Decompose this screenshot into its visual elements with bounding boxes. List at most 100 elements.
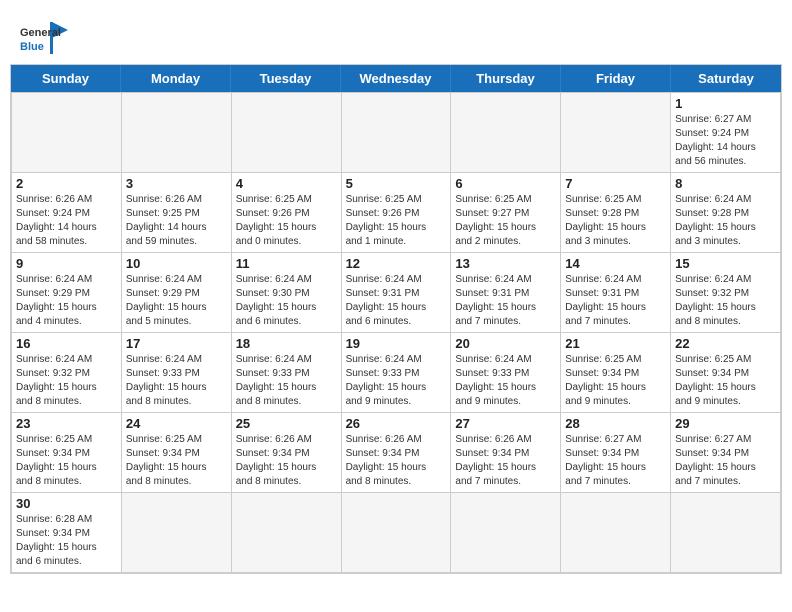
logo-icon: General Blue <box>20 18 70 58</box>
day-number: 17 <box>126 336 227 351</box>
day-info: Sunrise: 6:24 AM Sunset: 9:31 PM Dayligh… <box>346 273 447 329</box>
day-header-friday: Friday <box>561 65 671 92</box>
day-cell-25: 25Sunrise: 6:26 AM Sunset: 9:34 PM Dayli… <box>232 413 342 493</box>
day-number: 19 <box>346 336 447 351</box>
day-info: Sunrise: 6:25 AM Sunset: 9:27 PM Dayligh… <box>455 193 556 249</box>
day-info: Sunrise: 6:24 AM Sunset: 9:33 PM Dayligh… <box>236 353 337 409</box>
day-info: Sunrise: 6:28 AM Sunset: 9:34 PM Dayligh… <box>16 513 117 569</box>
day-info: Sunrise: 6:27 AM Sunset: 9:34 PM Dayligh… <box>675 433 776 489</box>
day-number: 27 <box>455 416 556 431</box>
day-number: 13 <box>455 256 556 271</box>
empty-cell <box>451 493 561 573</box>
day-info: Sunrise: 6:24 AM Sunset: 9:33 PM Dayligh… <box>126 353 227 409</box>
day-number: 28 <box>565 416 666 431</box>
day-number: 3 <box>126 176 227 191</box>
day-cell-13: 13 Sunrise: 6:24 AM Sunset: 9:31 PM Dayli… <box>451 253 561 333</box>
empty-cell <box>451 93 561 173</box>
day-number: 12 <box>346 256 447 271</box>
day-cell-16: 16Sunrise: 6:24 AM Sunset: 9:32 PM Dayli… <box>12 333 122 413</box>
day-cell-30: 30 Sunrise: 6:28 AM Sunset: 9:34 PM Dayli… <box>12 493 122 573</box>
day-cell-8: 8 Sunrise: 6:24 AM Sunset: 9:28 PM Daylig… <box>671 173 781 253</box>
day-cell-28: 28Sunrise: 6:27 AM Sunset: 9:34 PM Dayli… <box>561 413 671 493</box>
day-header-tuesday: Tuesday <box>231 65 341 92</box>
day-cell-6: 6Sunrise: 6:25 AM Sunset: 9:27 PM Daylig… <box>451 173 561 253</box>
day-number: 10 <box>126 256 227 271</box>
day-info: Sunrise: 6:24 AM Sunset: 9:32 PM Dayligh… <box>675 273 776 329</box>
empty-cell <box>122 93 232 173</box>
day-number: 29 <box>675 416 776 431</box>
empty-cell <box>232 93 342 173</box>
day-info: Sunrise: 6:24 AM Sunset: 9:29 PM Dayligh… <box>126 273 227 329</box>
day-number: 8 <box>675 176 776 191</box>
day-number: 18 <box>236 336 337 351</box>
calendar: SundayMondayTuesdayWednesdayThursdayFrid… <box>10 64 782 574</box>
day-number: 25 <box>236 416 337 431</box>
day-cell-2: 2Sunrise: 6:26 AM Sunset: 9:24 PM Daylig… <box>12 173 122 253</box>
day-number: 5 <box>346 176 447 191</box>
day-number: 30 <box>16 496 117 511</box>
day-cell-5: 5 Sunrise: 6:25 AM Sunset: 9:26 PM Daylig… <box>342 173 452 253</box>
day-number: 23 <box>16 416 117 431</box>
day-info: Sunrise: 6:27 AM Sunset: 9:24 PM Dayligh… <box>675 113 776 169</box>
day-cell-11: 11 Sunrise: 6:24 AM Sunset: 9:30 PM Dayli… <box>232 253 342 333</box>
day-header-monday: Monday <box>121 65 231 92</box>
day-cell-29: 29 Sunrise: 6:27 AM Sunset: 9:34 PM Dayli… <box>671 413 781 493</box>
day-header-saturday: Saturday <box>671 65 781 92</box>
day-cell-20: 20 Sunrise: 6:24 AM Sunset: 9:33 PM Dayli… <box>451 333 561 413</box>
empty-cell <box>342 493 452 573</box>
day-info: Sunrise: 6:24 AM Sunset: 9:33 PM Dayligh… <box>346 353 447 409</box>
day-info: Sunrise: 6:24 AM Sunset: 9:33 PM Dayligh… <box>455 353 556 409</box>
day-info: Sunrise: 6:26 AM Sunset: 9:34 PM Dayligh… <box>346 433 447 489</box>
empty-cell <box>12 93 122 173</box>
day-info: Sunrise: 6:24 AM Sunset: 9:32 PM Dayligh… <box>16 353 117 409</box>
day-number: 2 <box>16 176 117 191</box>
day-number: 20 <box>455 336 556 351</box>
day-number: 4 <box>236 176 337 191</box>
day-cell-14: 14Sunrise: 6:24 AM Sunset: 9:31 PM Dayli… <box>561 253 671 333</box>
day-info: Sunrise: 6:25 AM Sunset: 9:34 PM Dayligh… <box>565 353 666 409</box>
day-number: 7 <box>565 176 666 191</box>
day-info: Sunrise: 6:24 AM Sunset: 9:28 PM Dayligh… <box>675 193 776 249</box>
header: General Blue <box>10 10 782 64</box>
empty-cell <box>671 493 781 573</box>
day-number: 24 <box>126 416 227 431</box>
day-number: 11 <box>236 256 337 271</box>
day-info: Sunrise: 6:25 AM Sunset: 9:26 PM Dayligh… <box>236 193 337 249</box>
day-cell-9: 9Sunrise: 6:24 AM Sunset: 9:29 PM Daylig… <box>12 253 122 333</box>
day-cell-24: 24Sunrise: 6:25 AM Sunset: 9:34 PM Dayli… <box>122 413 232 493</box>
logo: General Blue <box>20 18 70 58</box>
day-info: Sunrise: 6:24 AM Sunset: 9:29 PM Dayligh… <box>16 273 117 329</box>
day-number: 26 <box>346 416 447 431</box>
day-cell-27: 27 Sunrise: 6:26 AM Sunset: 9:34 PM Dayli… <box>451 413 561 493</box>
day-info: Sunrise: 6:24 AM Sunset: 9:30 PM Dayligh… <box>236 273 337 329</box>
day-cell-10: 10 Sunrise: 6:24 AM Sunset: 9:29 PM Dayli… <box>122 253 232 333</box>
day-info: Sunrise: 6:24 AM Sunset: 9:31 PM Dayligh… <box>565 273 666 329</box>
calendar-grid: 1 Sunrise: 6:27 AM Sunset: 9:24 PM Daylig… <box>11 92 781 573</box>
day-cell-4: 4 Sunrise: 6:25 AM Sunset: 9:26 PM Daylig… <box>232 173 342 253</box>
day-info: Sunrise: 6:25 AM Sunset: 9:26 PM Dayligh… <box>346 193 447 249</box>
empty-cell <box>122 493 232 573</box>
day-cell-21: 21 Sunrise: 6:25 AM Sunset: 9:34 PM Dayli… <box>561 333 671 413</box>
day-number: 22 <box>675 336 776 351</box>
svg-text:General: General <box>20 27 61 39</box>
day-info: Sunrise: 6:26 AM Sunset: 9:34 PM Dayligh… <box>455 433 556 489</box>
day-cell-7: 7 Sunrise: 6:25 AM Sunset: 9:28 PM Daylig… <box>561 173 671 253</box>
day-number: 1 <box>675 96 776 111</box>
day-cell-17: 17 Sunrise: 6:24 AM Sunset: 9:33 PM Dayli… <box>122 333 232 413</box>
svg-text:Blue: Blue <box>20 41 44 53</box>
day-info: Sunrise: 6:26 AM Sunset: 9:25 PM Dayligh… <box>126 193 227 249</box>
day-cell-12: 12 Sunrise: 6:24 AM Sunset: 9:31 PM Dayli… <box>342 253 452 333</box>
empty-cell <box>342 93 452 173</box>
day-header-sunday: Sunday <box>11 65 121 92</box>
day-info: Sunrise: 6:25 AM Sunset: 9:28 PM Dayligh… <box>565 193 666 249</box>
day-cell-22: 22Sunrise: 6:25 AM Sunset: 9:34 PM Dayli… <box>671 333 781 413</box>
day-cell-1: 1 Sunrise: 6:27 AM Sunset: 9:24 PM Daylig… <box>671 93 781 173</box>
day-info: Sunrise: 6:24 AM Sunset: 9:31 PM Dayligh… <box>455 273 556 329</box>
day-cell-15: 15Sunrise: 6:24 AM Sunset: 9:32 PM Dayli… <box>671 253 781 333</box>
empty-cell <box>561 493 671 573</box>
day-number: 21 <box>565 336 666 351</box>
day-cell-3: 3 Sunrise: 6:26 AM Sunset: 9:25 PM Daylig… <box>122 173 232 253</box>
day-info: Sunrise: 6:25 AM Sunset: 9:34 PM Dayligh… <box>16 433 117 489</box>
day-cell-19: 19 Sunrise: 6:24 AM Sunset: 9:33 PM Dayli… <box>342 333 452 413</box>
empty-cell <box>232 493 342 573</box>
